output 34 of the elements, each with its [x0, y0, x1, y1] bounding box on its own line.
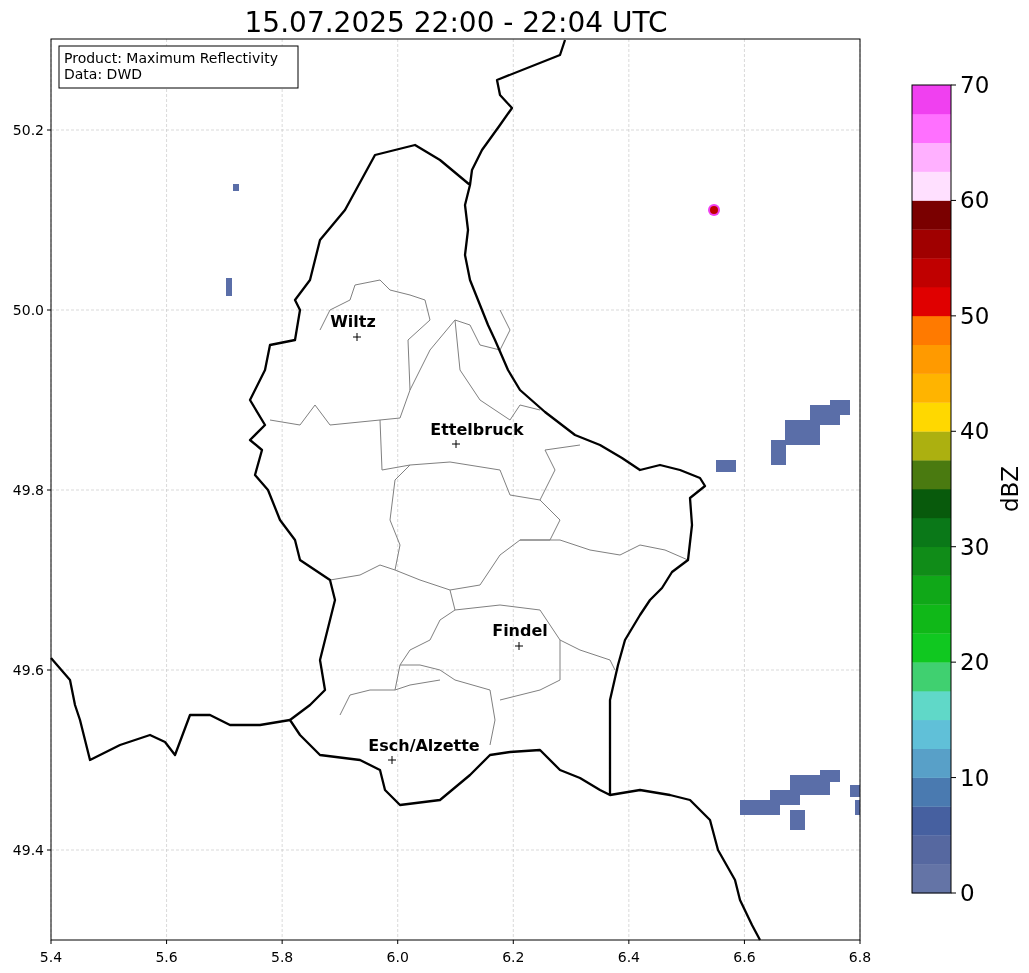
colorbar-tick-label: 10 [960, 764, 990, 791]
x-tick-label: 5.4 [39, 949, 63, 965]
chart-title: 15.07.2025 22:00 - 22:04 UTC [244, 6, 668, 39]
city-marker-icon [387, 755, 397, 765]
colorbar-tick-label: 30 [960, 533, 990, 560]
y-tick-label: 49.4 [12, 842, 44, 858]
city-label: Wiltz [330, 312, 376, 331]
x-tick-label: 5.8 [271, 949, 294, 965]
x-tick-label: 6.2 [502, 949, 525, 965]
y-tick-label: 49.8 [12, 482, 44, 498]
city-marker-icon [451, 439, 461, 449]
y-tick-label: 49.6 [12, 662, 44, 678]
y-tick-label: 50.2 [12, 122, 44, 138]
city-marker-icon [514, 641, 524, 651]
y-tick-label: 50.0 [12, 302, 44, 318]
colorbar-tick-label: 0 [960, 880, 975, 906]
x-tick-label: 6.8 [848, 949, 872, 965]
city-label: Esch/Alzette [368, 736, 480, 755]
colorbar-tick-label: 70 [960, 72, 990, 98]
colorbar-tick-label: 60 [960, 187, 990, 214]
x-tick-label: 6.0 [386, 949, 409, 965]
x-tick-label: 6.6 [733, 949, 756, 965]
city-marker-icon [352, 332, 362, 342]
info-text: Product: Maximum Reflectivity [64, 50, 278, 66]
colorbar-tick-label: 20 [960, 649, 990, 676]
colorbar-label: dBZ [997, 465, 1023, 513]
colorbar-tick-label: 40 [960, 418, 990, 445]
colorbar-tick-label: 50 [960, 302, 990, 329]
city-label: Ettelbruck [430, 420, 524, 439]
x-tick-label: 5.6 [155, 949, 178, 965]
x-tick-label: 6.4 [617, 949, 640, 965]
storm-cell-drawing [708, 204, 720, 216]
city-label: Findel [492, 621, 548, 640]
info-text: Data: DWD [64, 66, 142, 82]
